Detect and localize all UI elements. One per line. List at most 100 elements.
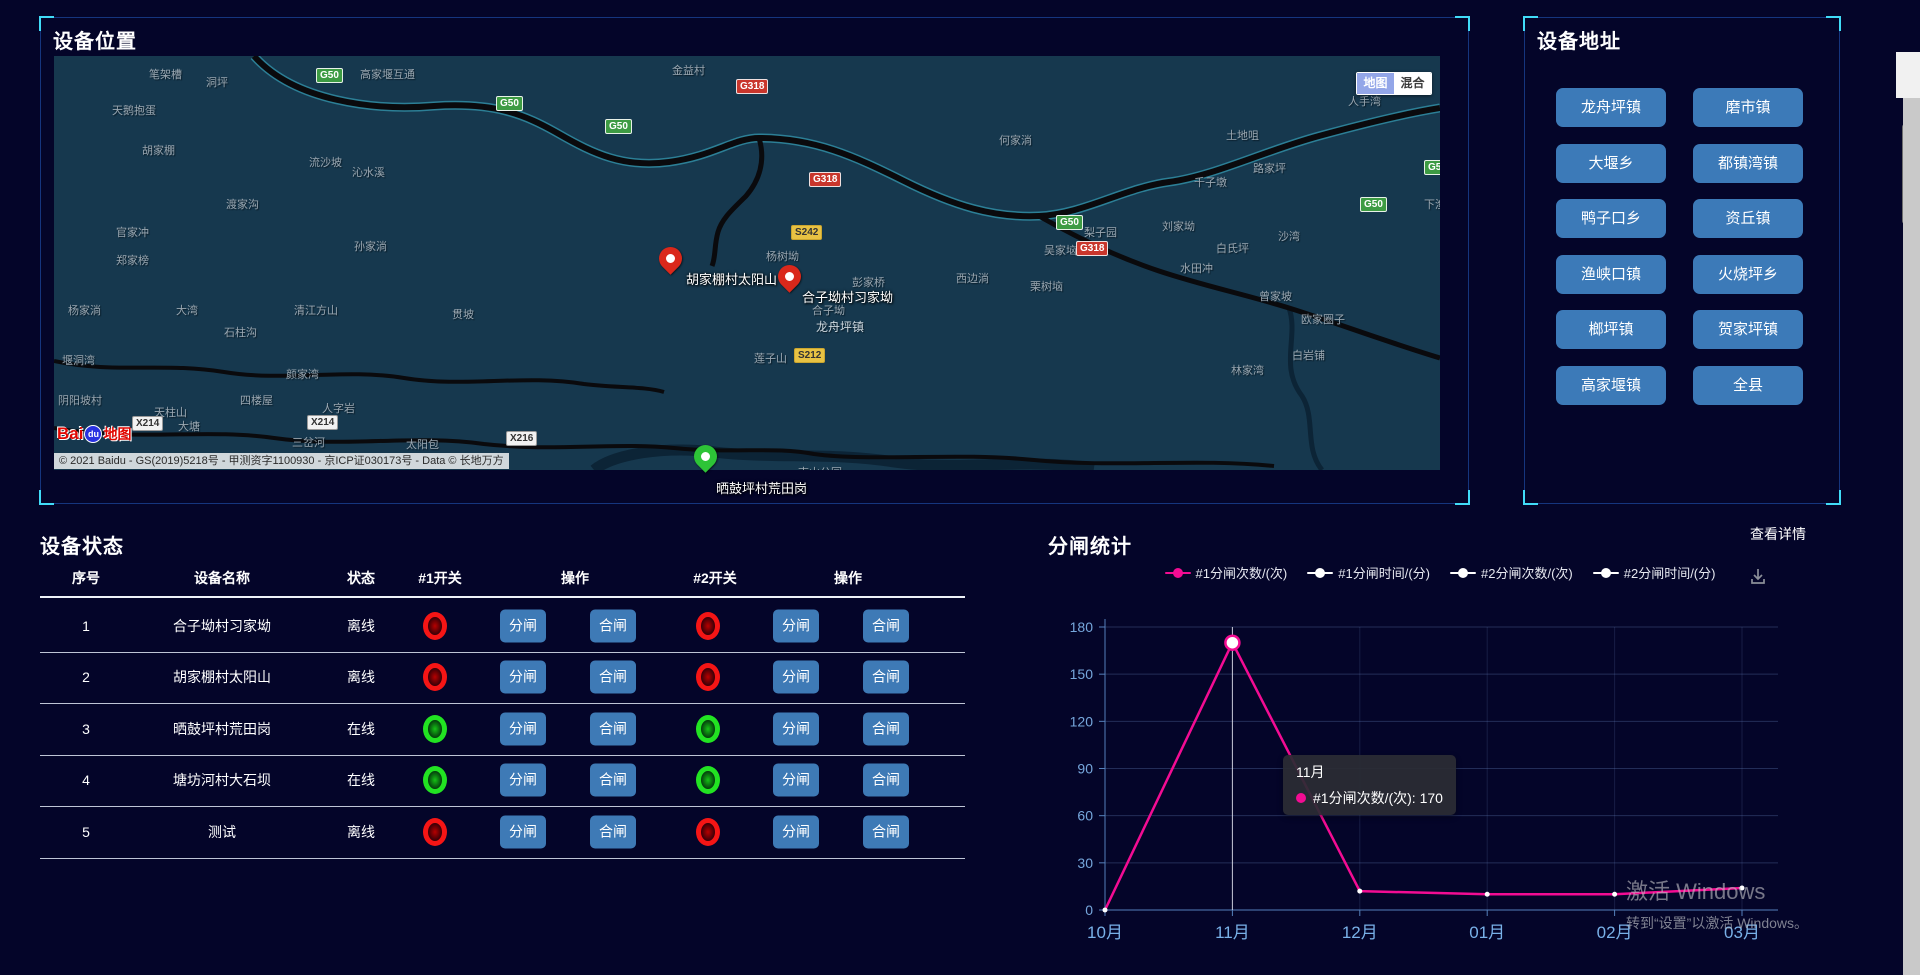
map-place-label: 白氏坪 (1216, 240, 1249, 256)
road-shield-g50: G50 (605, 119, 632, 134)
table-row-line (40, 858, 965, 859)
open-switch1-button[interactable]: 分闸 (500, 712, 546, 745)
svg-text:12月: 12月 (1342, 923, 1378, 942)
svg-text:150: 150 (1070, 666, 1094, 682)
address-button-11[interactable]: 高家堰镇 (1556, 366, 1666, 405)
switch1-indicator-red (423, 818, 447, 846)
address-button-8[interactable]: 火烧坪乡 (1693, 255, 1803, 294)
map-place-label: 莲子山 (754, 350, 787, 366)
open-switch2-button[interactable]: 分闸 (773, 609, 819, 642)
table-row-line (40, 703, 965, 704)
legend-item-0[interactable]: #1分闸次数/(次) (1165, 563, 1288, 582)
close-switch1-button[interactable]: 合闸 (590, 661, 636, 694)
map-place-label: 南山公园 (798, 464, 842, 470)
map-place-label: 千子墩 (1194, 174, 1227, 190)
svg-text:60: 60 (1077, 808, 1093, 824)
device-status: 离线 (347, 822, 375, 842)
row-index: 5 (82, 824, 90, 840)
open-switch2-button[interactable]: 分闸 (773, 815, 819, 848)
legend-item-2[interactable]: #2分闸次数/(次) (1450, 563, 1573, 582)
close-switch1-button[interactable]: 合闸 (590, 815, 636, 848)
address-button-9[interactable]: 榔坪镇 (1556, 310, 1666, 349)
table-header-0: 序号 (72, 568, 100, 588)
road-shield-g50: G50 (496, 96, 523, 111)
map-place-label: 杨树坳 (766, 248, 799, 264)
road-shield-g318: G318 (809, 172, 841, 187)
switch2-indicator-green (696, 766, 720, 794)
switch2-indicator-green (696, 715, 720, 743)
map-place-label: 何家淌 (999, 132, 1032, 148)
close-switch1-button[interactable]: 合闸 (590, 764, 636, 797)
close-switch1-button[interactable]: 合闸 (590, 712, 636, 745)
legend-item-1[interactable]: #1分闸时间/(分) (1307, 563, 1430, 582)
address-button-3[interactable]: 大堰乡 (1556, 144, 1666, 183)
baidu-logo: Baidu地图 (57, 424, 131, 444)
legend-label: #2分闸时间/(分) (1624, 563, 1716, 582)
map-place-label: 合子坳 (812, 302, 845, 318)
table-header-1: 设备名称 (194, 568, 250, 588)
map-place-label: 彭家桥 (852, 274, 885, 290)
open-switch1-button[interactable]: 分闸 (500, 661, 546, 694)
close-switch2-button[interactable]: 合闸 (863, 815, 909, 848)
address-button-7[interactable]: 渔峡口镇 (1556, 255, 1666, 294)
baidu-map[interactable]: 笔架槽洞坪高家堰互通天鹅抱蛋胡家棚流沙坡沁水溪渡家沟官家冲郑家榜杨家淌大湾清江方… (54, 56, 1440, 470)
close-switch2-button[interactable]: 合闸 (863, 609, 909, 642)
scrollbar-top (1896, 52, 1920, 98)
switch1-indicator-green (423, 766, 447, 794)
table-header-line (40, 596, 965, 598)
open-switch1-button[interactable]: 分闸 (500, 764, 546, 797)
chart-legend: #1分闸次数/(次) #1分闸时间/(分) #2分闸次数/(次) #2分闸时间/(分) (1040, 563, 1840, 582)
address-button-6[interactable]: 资丘镇 (1693, 199, 1803, 238)
address-button-1[interactable]: 龙舟坪镇 (1556, 88, 1666, 127)
svg-text:01月: 01月 (1469, 923, 1505, 942)
map-place-label: 郑家榜 (116, 252, 149, 268)
corner-decoration (1455, 16, 1470, 31)
legend-marker (1450, 568, 1476, 578)
dashboard: 设备位置 笔架槽洞坪高家堰互通天鹅抱蛋胡家棚流沙坡沁水溪渡家沟官家冲郑家榜杨家淌… (0, 0, 1920, 975)
close-switch2-button[interactable]: 合闸 (863, 661, 909, 694)
map-place-label: 三岔河 (292, 434, 325, 450)
address-button-4[interactable]: 都镇湾镇 (1693, 144, 1803, 183)
road-shield-g50: G50 (316, 68, 343, 83)
svg-text:11月: 11月 (1215, 923, 1250, 942)
corner-decoration (1826, 490, 1841, 505)
road-shield-g318: G318 (1076, 241, 1108, 256)
map-place-label: 太阳包 (406, 436, 439, 452)
map-place-label: 官家冲 (116, 224, 149, 240)
legend-marker (1593, 568, 1619, 578)
map-place-label: 洞坪 (206, 74, 228, 90)
device-name: 晒鼓坪村荒田岗 (173, 719, 271, 739)
open-switch2-button[interactable]: 分闸 (773, 661, 819, 694)
map-place-label: 吴家垴 (1044, 242, 1077, 258)
address-button-2[interactable]: 磨市镇 (1693, 88, 1803, 127)
legend-label: #1分闸时间/(分) (1338, 563, 1430, 582)
close-switch2-button[interactable]: 合闸 (863, 712, 909, 745)
open-switch2-button[interactable]: 分闸 (773, 764, 819, 797)
map-place-label: 天鹅抱蛋 (112, 102, 156, 118)
map-place-label: 杨家淌 (68, 302, 101, 318)
legend-item-3[interactable]: #2分闸时间/(分) (1593, 563, 1716, 582)
chart-tooltip: 11月 #1分闸次数/(次): 170 (1283, 755, 1456, 815)
view-detail-link[interactable]: 查看详情 (1750, 524, 1806, 544)
scrollbar-track[interactable] (1903, 98, 1920, 975)
open-switch1-button[interactable]: 分闸 (500, 609, 546, 642)
tooltip-value: #1分闸次数/(次): 170 (1313, 788, 1443, 808)
map-place-label: 清江方山 (294, 302, 338, 318)
switch2-indicator-red (696, 818, 720, 846)
address-button-10[interactable]: 贺家坪镇 (1693, 310, 1803, 349)
road-shield-g50: G50 (1424, 160, 1440, 175)
map-type-map[interactable]: 地图 (1357, 73, 1394, 94)
open-switch2-button[interactable]: 分闸 (773, 712, 819, 745)
close-switch1-button[interactable]: 合闸 (590, 609, 636, 642)
table-header-3: #1开关 (418, 568, 462, 588)
map-place-label: 刘家坳 (1162, 218, 1195, 234)
address-button-5[interactable]: 鸭子口乡 (1556, 199, 1666, 238)
road-shield-s242: S242 (791, 225, 822, 240)
address-button-12[interactable]: 全县 (1693, 366, 1803, 405)
map-type-toggle[interactable]: 地图 混合 (1356, 72, 1432, 95)
close-switch2-button[interactable]: 合闸 (863, 764, 909, 797)
map-place-label: 下渔口 (1424, 196, 1440, 212)
open-switch1-button[interactable]: 分闸 (500, 815, 546, 848)
device-status: 离线 (347, 667, 375, 687)
map-type-hybrid[interactable]: 混合 (1394, 73, 1431, 94)
